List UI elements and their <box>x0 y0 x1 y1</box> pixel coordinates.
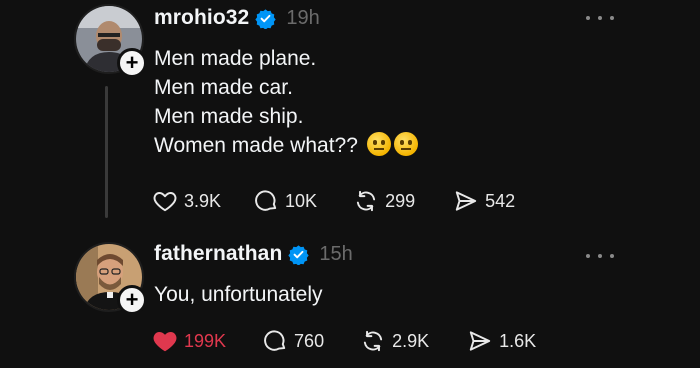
verified-badge-icon <box>255 8 276 29</box>
send-icon <box>455 191 477 211</box>
post-line: Men made plane. <box>154 47 317 70</box>
repost-count: 299 <box>385 190 416 211</box>
share-button[interactable]: 542 <box>453 188 515 214</box>
reply-button[interactable]: 760 <box>262 328 324 354</box>
post-line: Men made car. <box>154 76 293 99</box>
heart-icon <box>153 332 177 352</box>
post-header: mrohio32 19h <box>154 6 320 30</box>
more-icon[interactable] <box>586 249 614 263</box>
share-count: 1.6K <box>499 330 537 351</box>
follow-plus-icon[interactable]: + <box>117 48 147 78</box>
post-header: fathernathan 15h <box>154 242 353 266</box>
like-button[interactable]: 199K <box>152 328 226 354</box>
raised-eyebrow-emoji <box>366 132 391 156</box>
like-count: 199K <box>184 330 227 351</box>
username[interactable]: fathernathan <box>154 242 282 266</box>
post-time: 15h <box>319 242 353 265</box>
verified-badge-icon <box>288 244 310 265</box>
reply-count: 760 <box>294 330 325 351</box>
repost-button[interactable]: 299 <box>353 188 415 214</box>
repost-icon <box>356 190 376 212</box>
share-count: 542 <box>485 190 516 211</box>
post-line: Women made what?? <box>154 134 358 157</box>
post-line: Men made ship. <box>154 105 304 128</box>
comment-icon <box>255 190 277 211</box>
repost-count: 2.9K <box>392 330 430 351</box>
share-button[interactable]: 1.6K <box>467 328 536 354</box>
reply-count: 10K <box>285 190 318 211</box>
post-actions: 199K 760 2.9K 1.6K <box>152 328 536 354</box>
post-line-with-emoji: Women made what?? <box>154 131 418 160</box>
repost-icon <box>363 330 383 352</box>
post-line: You, unfortunately <box>154 283 323 306</box>
comment-icon <box>264 330 286 351</box>
like-button[interactable]: 3.9K <box>152 188 221 214</box>
like-count: 3.9K <box>184 190 222 211</box>
follow-plus-icon[interactable]: + <box>117 285 147 315</box>
reply-button[interactable]: 10K <box>253 188 317 214</box>
thread-post: + mrohio32 19h Men made plane. Men made … <box>0 0 700 225</box>
post-text: Men made plane. Men made car. Men made s… <box>154 44 418 160</box>
heart-icon <box>153 192 177 212</box>
send-icon <box>469 331 491 351</box>
thread-post: + fathernathan 15h You, unfortunately 19… <box>0 236 700 368</box>
post-actions: 3.9K 10K 299 542 <box>152 188 515 214</box>
username[interactable]: mrohio32 <box>154 6 249 30</box>
post-time: 19h <box>286 6 320 29</box>
repost-button[interactable]: 2.9K <box>360 328 429 354</box>
more-icon[interactable] <box>586 11 614 25</box>
post-text: You, unfortunately <box>154 280 323 309</box>
thread-line <box>105 86 108 218</box>
raised-eyebrow-emoji <box>393 132 418 156</box>
